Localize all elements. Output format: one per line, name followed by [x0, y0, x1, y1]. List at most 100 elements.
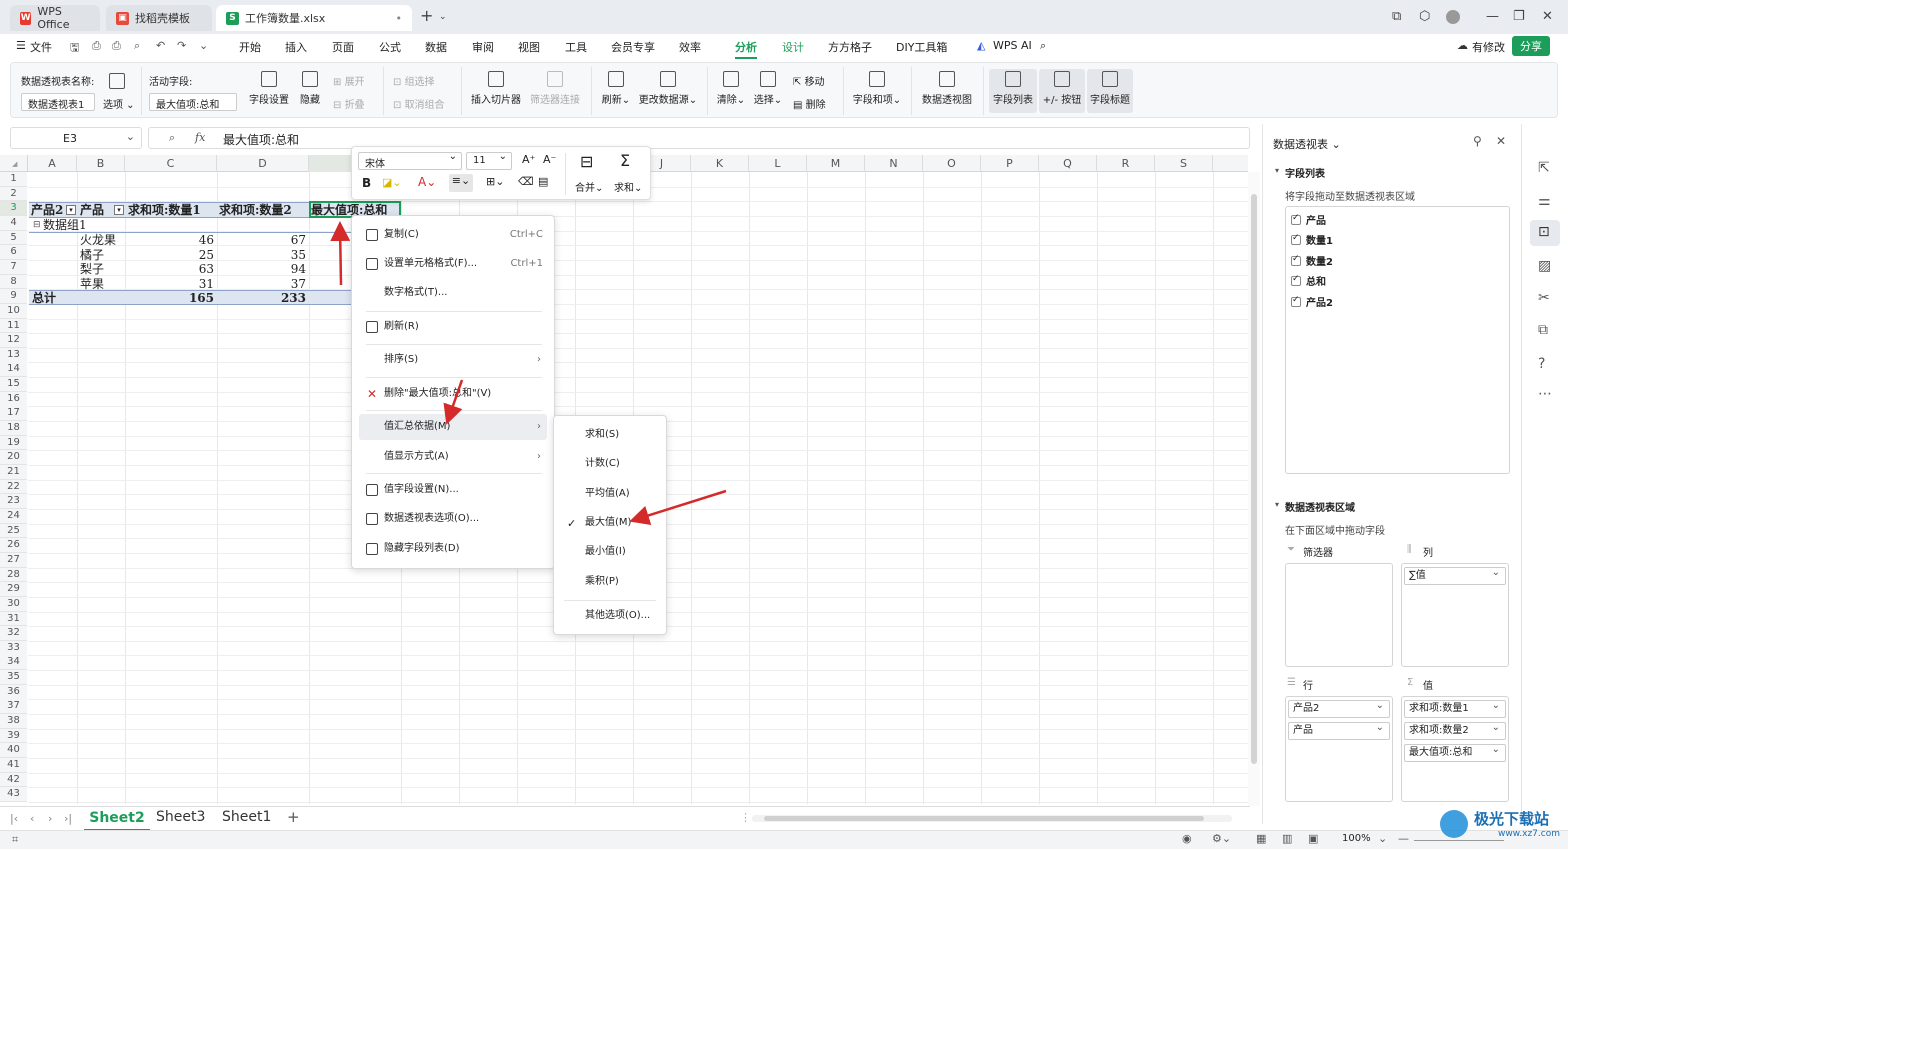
sum-sigma-icon[interactable]: Σ — [620, 151, 630, 170]
column-header-b[interactable]: B — [77, 155, 125, 172]
options-button[interactable]: 选项 ⌄ — [103, 96, 135, 111]
tools-icon[interactable]: ✂ — [1538, 290, 1550, 306]
add-sheet-plus-icon[interactable]: + — [287, 808, 300, 826]
row-item[interactable]: 产品2 — [1288, 698, 1390, 718]
macro-icon[interactable]: ⌗ — [12, 833, 18, 847]
value-item[interactable]: 求和项:数量1 — [1404, 698, 1506, 718]
close-icon[interactable]: ✕ — [1542, 9, 1553, 24]
row-header-15[interactable]: 15 — [0, 377, 27, 392]
ungroup-button[interactable]: ⊡ 取消组合 — [393, 96, 445, 111]
field-item[interactable]: 总和 — [1291, 273, 1326, 288]
row-header-14[interactable]: 14 — [0, 362, 27, 378]
submenu-max[interactable]: 最大值(M) — [554, 511, 666, 535]
menu-review[interactable]: 审阅 — [472, 39, 494, 55]
checkbox-checked-icon[interactable] — [1291, 254, 1301, 266]
ctx-summarize-by[interactable]: 值汇总依据(M) › — [359, 414, 547, 440]
cell-c9[interactable]: 165 — [160, 291, 214, 305]
menu-design[interactable]: 设计 — [782, 39, 804, 55]
zoom-level[interactable]: 100% — [1342, 833, 1371, 844]
zoom-out-icon[interactable]: — — [1398, 832, 1409, 845]
menu-wps-ai[interactable]: WPS AI — [993, 39, 1032, 52]
menu-efficiency[interactable]: 效率 — [679, 39, 701, 55]
column-item-values[interactable]: ∑值 — [1404, 565, 1506, 585]
row-header-3[interactable]: 3 — [0, 201, 27, 217]
chart-icon[interactable]: ▨ — [1538, 258, 1551, 274]
collapse-minus-icon[interactable]: ⊟ — [33, 220, 41, 230]
cell-b5[interactable]: 火龙果 — [80, 233, 116, 247]
move-button[interactable]: ⇱ 移动 — [793, 73, 825, 88]
menu-formula[interactable]: 公式 — [379, 39, 401, 55]
hscroll-split-icon[interactable]: ⋮ — [740, 811, 751, 824]
row-header-25[interactable]: 25 — [0, 523, 27, 539]
row-header-1[interactable]: 1 — [0, 172, 27, 187]
submenu-count[interactable]: 计数(C) — [554, 452, 666, 476]
submenu-product[interactable]: 乘积(P) — [554, 570, 666, 594]
tab-wps-office[interactable]: W WPS Office — [10, 5, 100, 31]
row-header-17[interactable]: 17 — [0, 406, 27, 422]
row-header-24[interactable]: 24 — [0, 508, 27, 524]
cell-d5[interactable]: 67 — [252, 233, 306, 247]
pane-title[interactable]: 数据透视表 ⌄ — [1273, 136, 1341, 152]
field-list-button[interactable]: 字段列表 — [989, 69, 1037, 113]
clear-button[interactable]: 清除⌄ — [715, 71, 747, 106]
column-header-k[interactable]: K — [691, 155, 749, 172]
pivot-pane-toggle[interactable]: ⊡ — [1530, 220, 1560, 246]
print-preview-icon[interactable]: ⌕ — [134, 39, 140, 53]
pin-icon[interactable]: ⚲ — [1473, 134, 1482, 148]
merge-button[interactable]: 合并⌄ — [575, 179, 603, 194]
avatar[interactable] — [1446, 10, 1460, 24]
cell-a4[interactable]: 数据组1 — [43, 218, 87, 232]
row-header-7[interactable]: 7 — [0, 259, 27, 275]
row-header-42[interactable]: 42 — [0, 772, 27, 788]
submenu-min[interactable]: 最小值(I) — [554, 540, 666, 564]
cell-c6[interactable]: 25 — [160, 248, 214, 262]
row-header-33[interactable]: 33 — [0, 640, 27, 656]
row-header-4[interactable]: 4 — [0, 215, 27, 231]
row-header-26[interactable]: 26 — [0, 538, 27, 554]
menu-diy[interactable]: DIY工具箱 — [896, 39, 947, 55]
chevron-down-icon[interactable]: ⌄ — [126, 130, 135, 143]
sum-button[interactable]: 求和⌄ — [614, 179, 642, 194]
ctx-number-format[interactable]: 数字格式(T)... — [359, 280, 547, 306]
row-header-37[interactable]: 37 — [0, 699, 27, 715]
column-header-m[interactable]: M — [807, 155, 865, 172]
row-area[interactable]: 产品2 产品 — [1285, 696, 1393, 802]
close-icon[interactable]: ✕ — [1496, 134, 1506, 148]
row-header-12[interactable]: 12 — [0, 333, 27, 348]
ctx-show-values-as[interactable]: 值显示方式(A) › — [359, 444, 547, 470]
row-header-9[interactable]: 9 — [0, 289, 27, 304]
row-header-5[interactable]: 5 — [0, 230, 27, 246]
column-header-p[interactable]: P — [981, 155, 1039, 172]
page-break-icon[interactable]: ▣ — [1308, 832, 1318, 845]
pivot-name-input[interactable]: 数据透视表1 — [21, 93, 95, 111]
more-chevron-icon[interactable]: ⌄ — [199, 39, 208, 52]
help-icon[interactable]: ? — [1538, 356, 1545, 372]
column-header-l[interactable]: L — [749, 155, 807, 172]
row-header-29[interactable]: 29 — [0, 582, 27, 597]
formula-input[interactable]: ⌕ fx 最大值项:总和 — [148, 127, 1250, 149]
zoom-chevron-icon[interactable]: ⌄ — [1378, 832, 1387, 845]
checkbox-checked-icon[interactable] — [1291, 233, 1301, 245]
delete-button[interactable]: ▤ 删除 — [793, 96, 826, 111]
active-field-input[interactable]: 最大值项:总和 — [149, 93, 237, 111]
align-icon[interactable]: ≡⌄ — [449, 174, 473, 192]
ctx-format-cells[interactable]: 设置单元格格式(F)... Ctrl+1 — [359, 251, 547, 277]
checkbox-checked-icon[interactable] — [1291, 274, 1301, 286]
value-area[interactable]: 求和项:数量1 求和项:数量2 最大值项:总和 — [1401, 696, 1509, 802]
ctx-delete-field[interactable]: ✕ 删除"最大值项:总和"(V) — [359, 381, 547, 407]
border-icon[interactable]: ⊞⌄ — [486, 175, 504, 188]
page-layout-icon[interactable]: ▥ — [1282, 832, 1292, 845]
insert-slicer-button[interactable]: 插入切片器 — [469, 71, 523, 106]
pivot-chart-button[interactable]: 数据透视图 — [919, 71, 975, 106]
cell-a9[interactable]: 总计 — [32, 291, 56, 305]
chevron-down-icon[interactable]: ⌄ — [439, 12, 447, 22]
last-sheet-icon[interactable]: ›| — [64, 812, 72, 825]
font-color-icon[interactable]: A⌄ — [418, 175, 436, 189]
cell-d8[interactable]: 37 — [252, 277, 306, 291]
cell-c3[interactable]: 求和项:数量1 — [128, 203, 201, 217]
row-header-30[interactable]: 30 — [0, 596, 27, 612]
font-size-select[interactable]: 11 ⌄ — [466, 151, 512, 170]
ctx-pivot-options[interactable]: 数据透视表选项(O)... — [359, 506, 547, 532]
row-header-2[interactable]: 2 — [0, 186, 27, 202]
column-header-s[interactable]: S — [1155, 155, 1213, 172]
